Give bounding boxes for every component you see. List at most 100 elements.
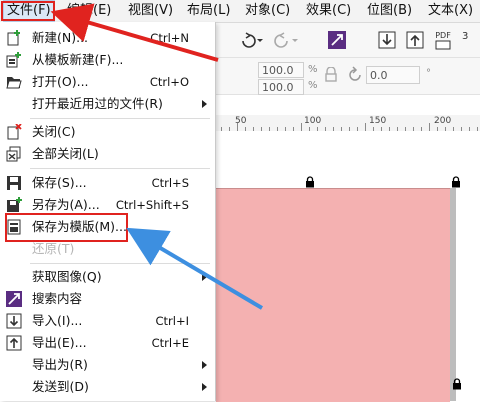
lock-ratio-button[interactable] [320, 64, 342, 86]
ruler-tick [429, 123, 430, 131]
menu-bitmap[interactable]: 位图(B) [367, 0, 412, 22]
menu-item-label: 保存为模版(M)... [32, 219, 127, 234]
menu-edit[interactable]: 编辑(E) [67, 0, 111, 22]
menu-item-label: 导出(E)... [32, 335, 87, 350]
save-as-icon [6, 197, 22, 213]
search-content-icon [328, 31, 346, 49]
menu-item-open[interactable]: 打开(O)... Ctrl+O [0, 71, 215, 93]
menu-item-revert: 还原(T) [0, 238, 215, 260]
standard-toolbar: PDF 3 [216, 23, 480, 58]
menu-item-save-as-template[interactable]: 保存为模版(M)... [0, 216, 215, 238]
menu-item-import[interactable]: 导入(I)... Ctrl+I [0, 310, 215, 332]
file-menu-dropdown: 新建(N)... Ctrl+N 从模板新建(F)... 打开(O)... Ctr… [0, 22, 216, 401]
search-content-button[interactable] [326, 29, 348, 51]
menu-view[interactable]: 视图(V) [128, 0, 173, 22]
lock-icon [306, 176, 314, 188]
scale-y-unit: % [308, 80, 318, 91]
angle-value: 0.0 [370, 69, 388, 82]
new-document-icon [6, 30, 22, 46]
angle-field[interactable]: 0.0 [366, 66, 420, 84]
scale-y-field[interactable]: 100.0 [258, 79, 304, 95]
save-as-template-icon [6, 219, 22, 235]
horizontal-ruler: 50 100 150 200 [216, 115, 480, 132]
scale-x-field[interactable]: 100.0 [258, 62, 304, 78]
page-number: 3 [462, 31, 469, 42]
import-button[interactable] [376, 29, 398, 51]
undo-button[interactable] [236, 29, 264, 51]
ruler-label: 100 [304, 116, 322, 126]
menu-item-label: 关闭(C) [32, 124, 76, 139]
menu-item-close[interactable]: 关闭(C) [0, 121, 215, 143]
export-icon [406, 31, 424, 49]
submenu-arrow-icon [202, 100, 207, 108]
menu-item-label: 搜索内容 [32, 291, 83, 306]
menu-layout[interactable]: 布局(L) [187, 0, 230, 22]
close-all-icon [6, 146, 22, 162]
search-content-icon [6, 291, 22, 307]
menu-item-acquire-image[interactable]: 获取图像(Q) [0, 266, 215, 288]
menu-item-shortcut: Ctrl+N [150, 31, 189, 45]
menu-item-label: 导出为(R) [32, 357, 88, 372]
scale-x-unit: % [308, 64, 318, 75]
menu-object[interactable]: 对象(C) [245, 0, 290, 22]
undo-icon [242, 32, 263, 48]
menu-item-label: 从模板新建(F)... [32, 52, 124, 67]
pdf-label: PDF [435, 30, 451, 40]
menu-item-label: 新建(N)... [32, 30, 89, 45]
menu-item-label: 打开(O)... [32, 74, 89, 89]
menu-item-shortcut: Ctrl+Shift+S [115, 198, 189, 212]
menu-file[interactable]: 文件(F) [3, 0, 55, 22]
save-icon [6, 175, 22, 191]
menu-separator [30, 118, 210, 119]
link-icon [325, 67, 337, 82]
redo-icon [274, 32, 298, 48]
menu-item-close-all[interactable]: 全部关闭(L) [0, 143, 215, 165]
menu-item-label: 另存为(A)... [32, 197, 100, 212]
ruler-label: 150 [369, 116, 387, 126]
menu-separator [30, 263, 210, 264]
menu-item-search-content[interactable]: 搜索内容 [0, 288, 215, 310]
lock-icon [453, 378, 461, 390]
menu-item-save-as[interactable]: 另存为(A)... Ctrl+Shift+S [0, 194, 215, 216]
export-button[interactable] [404, 29, 426, 51]
menu-item-shortcut: Ctrl+E [151, 336, 189, 350]
menu-bar: 文件(F) 编辑(E) 视图(V) 布局(L) 对象(C) 效果(C) 位图(B… [0, 0, 480, 23]
menu-item-shortcut: Ctrl+I [155, 314, 190, 328]
menu-item-label: 还原(T) [32, 241, 75, 256]
ruler-label: 200 [434, 116, 452, 126]
ruler-tick [301, 123, 302, 131]
new-from-template-icon [6, 52, 22, 68]
submenu-arrow-icon [202, 361, 207, 369]
menu-item-send-to[interactable]: 发送到(D) [0, 376, 215, 398]
menu-item-export-as[interactable]: 导出为(R) [0, 354, 215, 376]
menu-item-new-from-template[interactable]: 从模板新建(F)... [0, 49, 215, 71]
rotate-icon-holder [344, 64, 366, 86]
lock-icon [452, 176, 460, 188]
submenu-arrow-icon [202, 383, 207, 391]
menu-item-label: 获取图像(Q) [32, 269, 102, 284]
export-icon [6, 335, 22, 351]
menu-item-shortcut: Ctrl+S [151, 176, 189, 190]
menu-item-new[interactable]: 新建(N)... Ctrl+N [0, 27, 215, 49]
menu-item-open-recent[interactable]: 打开最近用过的文件(R) [0, 93, 215, 115]
menu-item-export[interactable]: 导出(E)... Ctrl+E [0, 332, 215, 354]
submenu-arrow-icon [202, 273, 207, 281]
angle-unit: ° [426, 68, 431, 79]
rotate-icon [349, 66, 361, 81]
redo-button[interactable] [272, 29, 300, 51]
menu-item-label: 导入(I)... [32, 313, 83, 328]
document-page[interactable] [216, 188, 450, 402]
menu-item-save[interactable]: 保存(S)... Ctrl+S [0, 172, 215, 194]
import-icon [6, 313, 22, 329]
menu-item-label: 发送到(D) [32, 379, 89, 394]
menu-effects[interactable]: 效果(C) [306, 0, 351, 22]
publish-pdf-button[interactable]: PDF [431, 27, 455, 53]
menu-item-label: 保存(S)... [32, 175, 87, 190]
ruler-tick [237, 123, 238, 131]
folder-open-icon [6, 74, 22, 90]
page-shadow [450, 188, 456, 401]
menu-separator [30, 168, 210, 169]
close-document-icon [6, 124, 22, 140]
pdf-icon [435, 40, 451, 49]
menu-text[interactable]: 文本(X) [428, 0, 473, 22]
